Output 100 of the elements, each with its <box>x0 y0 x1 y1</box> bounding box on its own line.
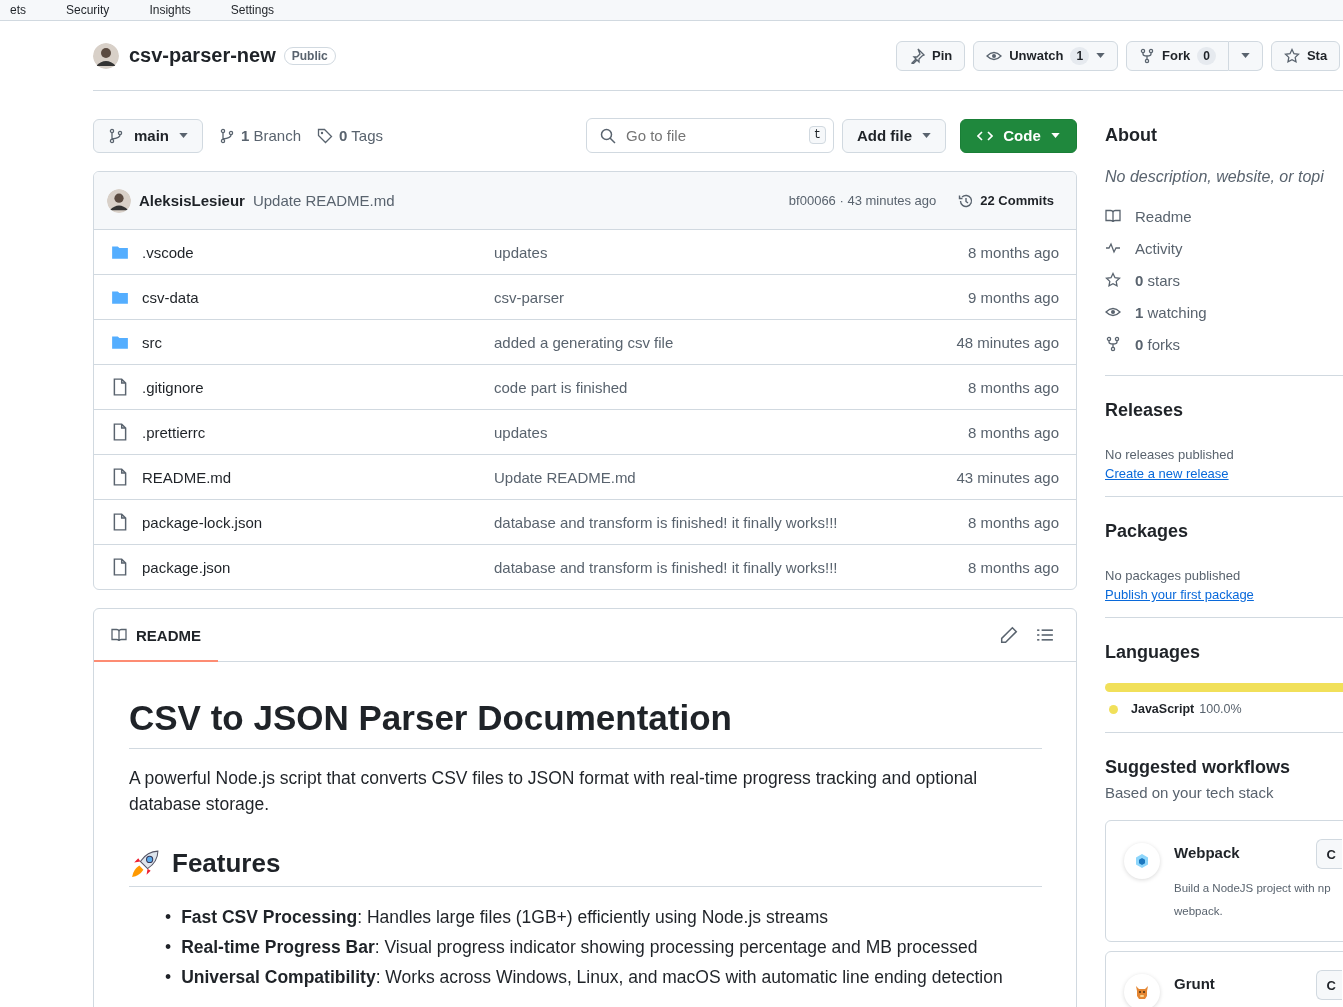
file-icon <box>111 378 129 396</box>
releases-text: No releases published <box>1105 447 1235 462</box>
branch-button[interactable]: main <box>93 118 203 153</box>
file-icon <box>111 423 129 441</box>
commit-message-link[interactable]: updates <box>494 243 969 261</box>
commit-time: 43 minutes ago <box>956 468 1059 486</box>
cube-icon <box>1134 853 1150 869</box>
commit-message-link[interactable]: updates <box>494 423 969 441</box>
nav-tab[interactable]: Security <box>66 3 110 17</box>
fork-button[interactable]: Fork 0 <box>1126 40 1229 71</box>
workflow-name: Grunt <box>1174 975 1215 992</box>
packages-title: Packages <box>1105 521 1190 542</box>
configure-button[interactable]: C <box>1315 970 1342 1000</box>
features-heading: Features <box>172 848 281 879</box>
add-file-button[interactable]: Add file <box>842 118 946 153</box>
bullet: • <box>165 967 172 988</box>
workflows-subtitle: Based on your tech stack <box>1105 784 1275 801</box>
readme-tab[interactable]: README <box>94 610 218 662</box>
repo-name[interactable]: csv-parser-new <box>129 44 276 67</box>
book-icon <box>111 627 127 643</box>
caret-icon <box>922 133 931 138</box>
commit-message-link[interactable]: Update README.md <box>494 468 957 486</box>
commit-message-link[interactable]: added a generating csv file <box>494 333 957 351</box>
feature-item: Real-time Progress Bar: Visual progress indicator showing processing percentage and MB processed <box>181 937 978 958</box>
commit-sha-time: bf00066 · 43 minutes ago <box>788 193 937 208</box>
bullet: • <box>165 907 172 928</box>
commits-link[interactable]: 22 Commits <box>958 192 1054 209</box>
commit-message[interactable]: Update README.md <box>252 192 395 209</box>
commit-time: 8 months ago <box>968 423 1059 441</box>
nav-tab[interactable]: Insights <box>149 3 191 17</box>
commit-message-link[interactable]: csv-parser <box>494 288 969 306</box>
feature-item: Fast CSV Processing: Handles large files (1GB+) efficiently using Node.js streams <box>181 907 829 928</box>
tag-icon <box>317 127 334 144</box>
commit-time: 8 months ago <box>968 558 1059 576</box>
branches-link[interactable]: 1 Branch <box>219 127 302 144</box>
file-icon <box>111 468 129 486</box>
file-name-link[interactable]: .prettierrc <box>142 423 494 441</box>
configure-button[interactable]: C <box>1315 839 1342 869</box>
code-button[interactable]: Code <box>960 118 1077 153</box>
avatar <box>93 42 119 69</box>
workflow-name: Webpack <box>1174 844 1240 861</box>
folder-icon <box>111 333 129 351</box>
folder-icon <box>111 243 129 261</box>
pencil-icon <box>1000 626 1018 644</box>
nav-tab[interactable]: ets <box>10 3 26 17</box>
about-link[interactable]: 0 stars <box>1105 264 1343 296</box>
commit-time: 8 months ago <box>968 378 1059 396</box>
workflow-description: webpack. <box>1174 904 1224 919</box>
fork-count: 0 <box>1197 46 1216 65</box>
pulse-icon <box>1105 240 1121 256</box>
file-name-link[interactable]: package-lock.json <box>142 513 494 531</box>
about-link[interactable]: Readme <box>1105 200 1343 232</box>
file-name-link[interactable]: .gitignore <box>142 378 494 396</box>
unwatch-button[interactable]: Unwatch 1 <box>973 40 1119 71</box>
caret-icon <box>1240 53 1250 58</box>
branch-icon <box>108 127 124 144</box>
readme-paragraph: A powerful Node.js script that converts CSV files to JSON format with real-time progress tracking and optional database storage. <box>129 767 979 816</box>
about-title: About <box>1105 125 1158 146</box>
about-link[interactable]: 0 forks <box>1105 328 1343 360</box>
file-name-link[interactable]: src <box>142 333 494 351</box>
list-icon <box>1036 626 1054 644</box>
caret-icon <box>179 133 188 138</box>
readme-title: CSV to JSON Parser Documentation <box>129 698 1042 749</box>
search-icon <box>600 128 616 144</box>
commit-message-link[interactable]: code part is finished <box>494 378 969 396</box>
file-name-link[interactable]: .vscode <box>142 243 494 261</box>
fork-icon <box>1139 47 1156 64</box>
history-icon <box>958 192 975 209</box>
commit-message-link[interactable]: database and transform is finished! it finally works!!! <box>494 558 969 576</box>
caret-icon <box>1050 133 1060 138</box>
commit-time: 9 months ago <box>968 288 1059 306</box>
file-name-link[interactable]: README.md <box>142 468 494 486</box>
feature-item: Universal Compatibility: Works across Windows, Linux, and macOS with automatic line ending detection <box>181 967 1003 988</box>
about-link[interactable]: 1 watching <box>1105 296 1343 328</box>
language-name: JavaScript <box>1131 702 1195 716</box>
pin-button[interactable]: Pin <box>896 40 966 71</box>
star-button[interactable]: Sta <box>1270 40 1341 71</box>
commit-time: 8 months ago <box>968 243 1059 261</box>
publish-package-link[interactable]: Publish your first package <box>1105 587 1254 602</box>
about-link[interactable]: Activity <box>1105 232 1343 264</box>
workflows-title: Suggested workflows <box>1105 757 1292 778</box>
author-link[interactable]: AleksisLesieur <box>139 192 245 209</box>
commit-message-link[interactable]: database and transform is finished! it finally works!!! <box>494 513 969 531</box>
star-icon <box>1283 47 1300 64</box>
create-release-link[interactable]: Create a new release <box>1105 466 1229 481</box>
tags-link[interactable]: 0 Tags <box>317 127 383 144</box>
mascot-icon <box>1134 984 1150 1000</box>
pin-icon <box>909 47 925 64</box>
avatar <box>107 188 131 213</box>
fork-icon <box>1105 336 1121 352</box>
file-name-link[interactable]: csv-data <box>142 288 494 306</box>
languages-title: Languages <box>1105 642 1202 663</box>
workflow-description: Build a NodeJS project with np <box>1174 881 1332 896</box>
commit-time: 8 months ago <box>968 513 1059 531</box>
file-name-link[interactable]: package.json <box>142 558 494 576</box>
about-description: No description, website, or topi <box>1105 168 1325 186</box>
nav-tab[interactable]: Settings <box>230 3 275 17</box>
commit-time: 48 minutes ago <box>956 333 1059 351</box>
releases-title: Releases <box>1105 400 1185 421</box>
bullet: • <box>165 937 172 958</box>
